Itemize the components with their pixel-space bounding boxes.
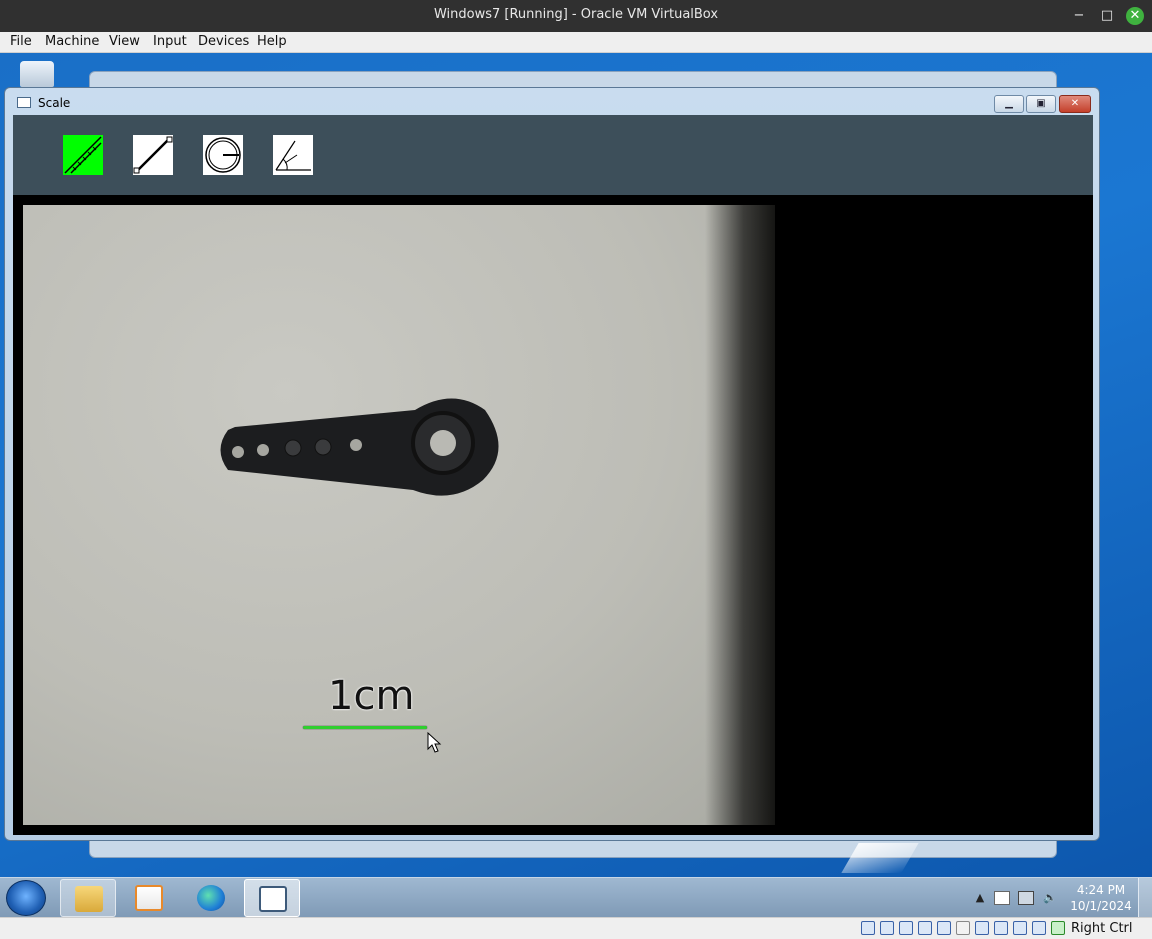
angle-icon [275, 140, 311, 171]
network-adapter-icon[interactable] [918, 921, 932, 935]
vbox-status-bar: Right Ctrl [0, 917, 1152, 939]
circle-tool-button[interactable] [203, 135, 243, 175]
optical-drive-icon[interactable] [880, 921, 894, 935]
line-icon [133, 136, 173, 174]
start-button[interactable] [6, 880, 46, 916]
scale-measurement-label: 1cm [328, 673, 415, 719]
usb-icon[interactable] [937, 921, 951, 935]
angle-tool-button[interactable] [273, 135, 313, 175]
menu-input[interactable]: Input [153, 34, 187, 49]
app-window-icon [17, 97, 31, 108]
mouse-cursor-icon [427, 732, 442, 753]
menu-devices[interactable]: Devices [198, 34, 249, 49]
scale-window: Scale ▁ ▣ ✕ 1cm [4, 87, 1100, 841]
circle-icon [205, 137, 241, 173]
host-menubar: File Machine View Input Devices Help [0, 32, 1152, 53]
scale-close-button[interactable]: ✕ [1059, 95, 1091, 113]
ruler-icon [64, 136, 102, 174]
audio-icon[interactable] [899, 921, 913, 935]
volume-icon[interactable]: 🔈 [1042, 891, 1058, 905]
menu-machine[interactable]: Machine [45, 34, 99, 49]
scale-maximize-button[interactable]: ▣ [1026, 95, 1056, 113]
system-clock[interactable]: 4:24 PM 10/1/2024 [1070, 882, 1132, 914]
hard-disk-icon[interactable] [861, 921, 875, 935]
scale-reference-line[interactable] [303, 726, 427, 729]
menu-file[interactable]: File [10, 34, 32, 49]
host-minimize-button[interactable]: − [1070, 7, 1088, 25]
host-close-button[interactable]: ✕ [1126, 7, 1144, 25]
menu-view[interactable]: View [109, 34, 140, 49]
display-icon[interactable] [975, 921, 989, 935]
show-desktop-button[interactable] [1138, 878, 1152, 918]
shared-folders-icon[interactable] [956, 921, 970, 935]
windows-taskbar: ▲ 🔈 4:24 PM 10/1/2024 [0, 877, 1152, 918]
scale-minimize-button[interactable]: ▁ [994, 95, 1024, 113]
clock-date: 10/1/2024 [1070, 899, 1132, 913]
host-key-label: Right Ctrl [1071, 921, 1133, 936]
recording-icon[interactable] [994, 921, 1008, 935]
camera-image: 1cm [23, 205, 775, 825]
clock-time: 4:24 PM [1076, 883, 1126, 897]
taskbar-explorer-button[interactable] [60, 879, 116, 917]
host-titlebar: Windows7 [Running] - Oracle VM VirtualBo… [0, 0, 1152, 32]
show-hidden-icons-icon[interactable]: ▲ [972, 891, 988, 905]
recycle-bin-icon[interactable] [20, 61, 54, 87]
shadow-edge [705, 205, 775, 825]
measurement-canvas[interactable]: 1cm [13, 195, 1093, 835]
line-tool-button[interactable] [133, 135, 173, 175]
cpu-icon[interactable] [1032, 921, 1046, 935]
scale-window-title: Scale [38, 96, 71, 110]
mouse-integration-icon[interactable] [1051, 921, 1065, 935]
servo-horn-image [220, 398, 499, 496]
media-player-icon [135, 885, 163, 911]
network-icon[interactable] [1018, 891, 1034, 905]
host-window-title: Windows7 [Running] - Oracle VM VirtualBo… [433, 7, 719, 22]
menu-help[interactable]: Help [257, 34, 287, 49]
virtualization-icon[interactable] [1013, 921, 1027, 935]
taskbar-media-player-button[interactable] [121, 879, 177, 917]
scale-app-icon [259, 886, 287, 912]
taskbar-scale-button[interactable] [244, 879, 300, 917]
folder-icon [75, 886, 103, 912]
edge-icon [197, 885, 225, 911]
taskbar-edge-button[interactable] [183, 879, 239, 917]
ruler-tool-button[interactable] [63, 135, 103, 175]
tool-bar [13, 115, 1093, 195]
action-center-icon[interactable] [994, 891, 1010, 905]
host-maximize-button[interactable]: □ [1098, 7, 1116, 25]
